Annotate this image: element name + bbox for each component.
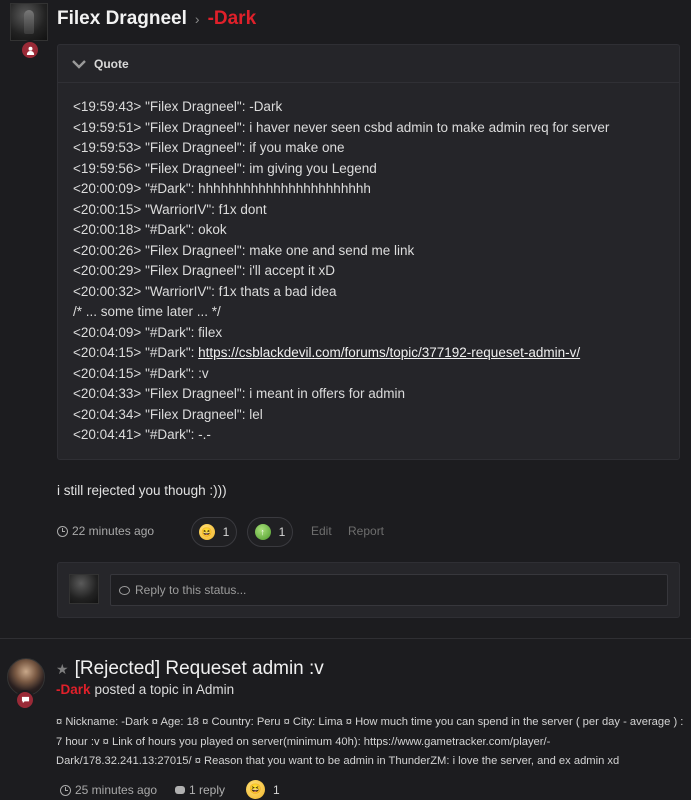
topic-excerpt: ¤ Nickname: -Dark ¤ Age: 18 ¤ Country: P… [56,716,684,767]
quote-line: <20:00:32> "WarriorIV": f1x thats a bad … [73,283,337,299]
reaction-count: 1 [278,525,286,539]
quote-line: <20:00:09> "#Dark": hhhhhhhhhhhhhhhhhhhh… [73,181,371,196]
reply-input[interactable]: Reply to this status... [110,574,668,606]
author-link[interactable]: Filex Dragneel [57,8,187,30]
user-icon [20,40,40,60]
laugh-emoji-icon: 😆 [198,524,215,540]
quote-block: Quote <19:59:43> "Filex Dragneel": -Dark… [57,44,680,460]
chevron-right-icon: › [194,11,200,27]
status-header: Filex Dragneel › -Dark [57,7,256,31]
thumbs-up-emoji-icon: ↑ [254,524,271,540]
quote-line-prefix: <20:04:15> "#Dark": [73,345,199,360]
quote-line: <19:59:51> "Filex Dragneel": i haver nev… [73,119,610,135]
quote-line: <20:04:15> "#Dark": :v [73,365,209,381]
target-user-link[interactable]: -Dark [208,8,257,30]
quote-line: <19:59:56> "Filex Dragneel": im giving y… [73,160,377,176]
quote-line: <20:00:26> "Filex Dragneel": make one an… [73,242,415,258]
comment-icon [119,585,130,595]
quote-line: <20:04:33> "Filex Dragneel": i meant in … [73,386,406,401]
author-avatar[interactable] [10,3,48,41]
chevron-down-icon [72,59,86,69]
topic-title[interactable]: [Rejected] Requeset admin :v [75,658,324,680]
quote-line: <20:04:41> "#Dark": -.- [73,427,211,442]
quote-title: Quote [94,56,129,71]
replies-link[interactable]: 1 reply [175,783,225,797]
status-time[interactable]: 22 minutes ago [57,524,154,538]
quote-line: <19:59:53> "Filex Dragneel": if you make… [73,140,345,155]
edit-link[interactable]: Edit [311,524,332,538]
topic-link[interactable]: https://csblackdevil.com/forums/topic/37… [198,345,580,360]
quote-line: <20:04:34> "Filex Dragneel": lel [73,406,263,422]
byline-text: posted a topic in Admin [94,682,235,697]
laugh-emoji-icon: 😆 [246,780,265,799]
star-icon[interactable]: ★ [56,661,69,678]
quote-line: <20:00:18> "#Dark": okok [73,222,227,237]
comment-icon [175,786,185,794]
topic-meta: 25 minutes ago 1 reply 😆 1 [60,779,680,800]
time-text: 25 minutes ago [75,783,158,797]
quote-line: /* ... some time later ... */ [73,304,221,319]
quote-line: <20:04:09> "#Dark": filex [73,324,223,340]
chat-icon [15,690,35,710]
topic-header: ★ [Rejected] Requeset admin :v [56,656,324,682]
status-body: i still rejected you though :))) [57,483,227,498]
author-link[interactable]: -Dark [56,682,91,697]
quote-content: <19:59:43> "Filex Dragneel": -Dark <19:5… [73,97,609,446]
quote-line-with-link: <20:04:15> "#Dark": https://csblackdevil… [73,343,609,364]
clock-icon [57,525,68,537]
current-user-avatar [69,574,99,604]
reaction-count: 1 [222,525,230,539]
quote-line: <20:00:29> "Filex Dragneel": i'll accept… [73,263,336,278]
reply-box: Reply to this status... [57,562,680,618]
reply-placeholder: Reply to this status... [135,583,247,597]
quote-toggle[interactable]: Quote [58,45,679,83]
topic-byline: -Dark posted a topic in Admin [56,682,234,697]
quote-line: <20:00:15> "WarriorIV": f1x dont [73,201,267,217]
time-text: 22 minutes ago [72,524,155,538]
status-meta: 22 minutes ago 😆 1 ↑ 1 Edit Report [57,516,687,547]
replies-text: 1 reply [189,783,226,797]
report-link[interactable]: Report [348,524,384,538]
divider [0,638,691,639]
clock-icon [60,784,71,796]
quote-line: <19:59:43> "Filex Dragneel": -Dark [73,99,283,114]
reaction-thumbs-up[interactable]: ↑ 1 [247,517,293,547]
reaction-count: 1 [273,782,280,797]
reaction-laugh[interactable]: 😆 1 [191,517,237,547]
reaction-laugh[interactable]: 😆 1 [246,780,280,799]
topic-time[interactable]: 25 minutes ago [60,783,157,797]
